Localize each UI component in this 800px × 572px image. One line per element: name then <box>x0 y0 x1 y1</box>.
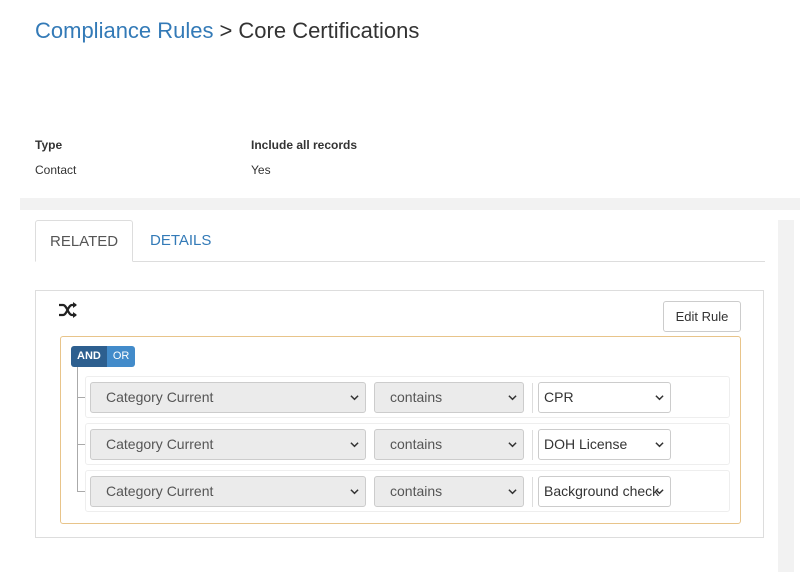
operator-select[interactable]: contains <box>374 429 524 460</box>
and-button[interactable]: AND <box>71 346 107 367</box>
field-select[interactable]: Category Current <box>90 476 366 507</box>
value-select[interactable]: CPR <box>538 382 671 413</box>
chevron-down-icon <box>508 442 517 448</box>
chevron-down-icon <box>350 489 359 495</box>
page-title: Core Certifications <box>238 18 420 43</box>
field-select[interactable]: Category Current <box>90 382 366 413</box>
include-all-records-value: Yes <box>251 163 271 177</box>
divider <box>532 383 533 413</box>
divider <box>532 477 533 507</box>
value-select-value: CPR <box>544 389 574 405</box>
type-label: Type <box>35 138 63 152</box>
section-divider <box>20 198 800 210</box>
tree-branch <box>77 444 85 445</box>
breadcrumb-link-compliance-rules[interactable]: Compliance Rules <box>35 18 214 43</box>
field-select-value: Category Current <box>106 436 214 452</box>
tab-related[interactable]: RELATED <box>35 220 133 262</box>
operator-select[interactable]: contains <box>374 476 524 507</box>
chevron-down-icon <box>508 489 517 495</box>
operator-select[interactable]: contains <box>374 382 524 413</box>
field-select-value: Category Current <box>106 389 214 405</box>
shuffle-icon <box>59 302 77 318</box>
chevron-down-icon <box>508 395 517 401</box>
include-all-records-label: Include all records <box>251 138 358 152</box>
breadcrumb-separator: > <box>219 18 233 43</box>
type-value: Contact <box>35 163 77 177</box>
value-select[interactable]: DOH License <box>538 429 671 460</box>
divider <box>532 430 533 460</box>
field-select[interactable]: Category Current <box>90 429 366 460</box>
chevron-down-icon <box>655 395 664 401</box>
tree-connector <box>77 367 78 491</box>
tree-branch <box>77 397 85 398</box>
edit-rule-button[interactable]: Edit Rule <box>663 301 741 332</box>
value-select[interactable]: Background check <box>538 476 671 507</box>
operator-select-value: contains <box>390 436 443 452</box>
operator-select-value: contains <box>390 483 443 499</box>
tab-details[interactable]: DETAILS <box>136 220 225 262</box>
conjunction-toggle: AND OR <box>71 346 136 367</box>
rule-group: AND OR Category Current contains CPR Cat… <box>60 336 741 524</box>
chevron-down-icon <box>350 442 359 448</box>
value-select-value: DOH License <box>544 436 628 452</box>
tab-bar: RELATED DETAILS <box>35 220 765 262</box>
or-button[interactable]: OR <box>106 346 136 367</box>
chevron-down-icon <box>350 395 359 401</box>
tree-branch <box>77 491 85 492</box>
breadcrumb: Compliance Rules > Core Certifications <box>35 18 419 44</box>
field-select-value: Category Current <box>106 483 214 499</box>
rule-row: Category Current contains DOH License <box>85 423 730 465</box>
value-select-value: Background check <box>544 483 660 499</box>
rule-row: Category Current contains Background che… <box>85 470 730 512</box>
operator-select-value: contains <box>390 389 443 405</box>
chevron-down-icon <box>655 442 664 448</box>
scrollbar-track[interactable] <box>778 220 794 572</box>
rule-row: Category Current contains CPR <box>85 376 730 418</box>
rule-panel: Edit Rule AND OR Category Current contai… <box>35 290 764 538</box>
chevron-down-icon <box>655 489 664 495</box>
